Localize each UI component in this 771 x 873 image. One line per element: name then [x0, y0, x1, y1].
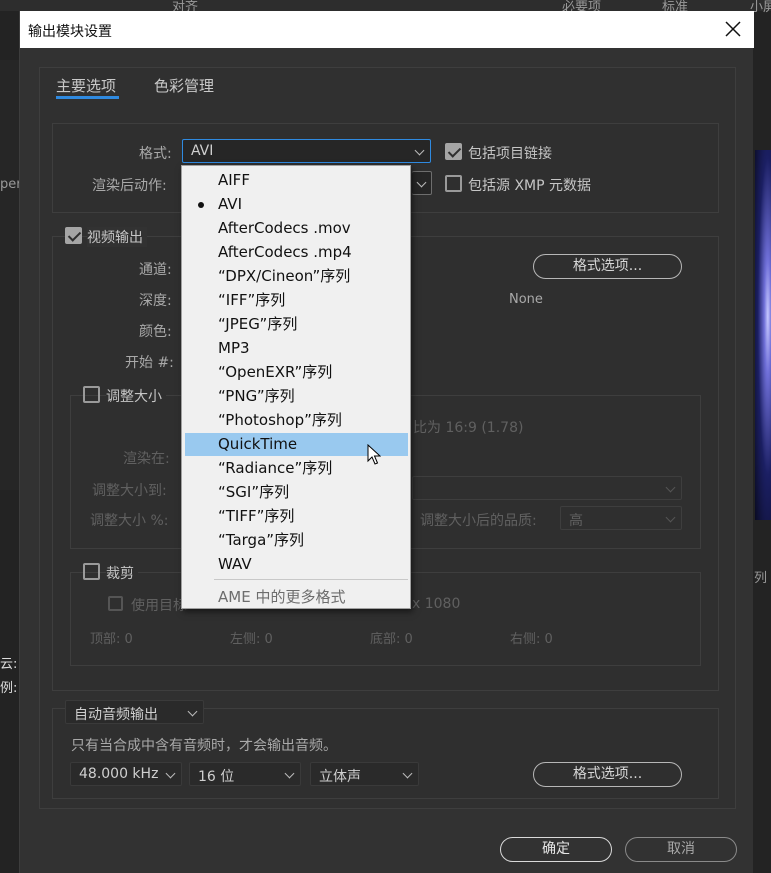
crop-checkbox[interactable]	[83, 563, 100, 580]
dialog-title: 输出模块设置	[28, 24, 112, 40]
format-select-value: AVI	[191, 143, 214, 159]
dropdown-separator	[214, 579, 408, 580]
chevron-down-icon	[402, 768, 413, 779]
close-icon[interactable]	[722, 18, 744, 40]
audio-format-options-button[interactable]: 格式选项...	[533, 762, 682, 787]
chevron-down-icon	[414, 145, 425, 156]
codec-none-text: None	[509, 292, 543, 307]
include-project-link-checkbox[interactable]	[445, 143, 462, 160]
sample-rate-select[interactable]: 48.000 kHz	[70, 762, 182, 786]
color-label: 颜色:	[139, 324, 172, 340]
cancel-button[interactable]: 取消	[625, 837, 737, 862]
background-toolbar	[0, 0, 771, 11]
format-label: 格式:	[139, 146, 172, 162]
use-target-region-checkbox[interactable]	[108, 596, 123, 611]
format-option-jpeg[interactable]: “JPEG”序列	[185, 313, 408, 336]
resize-label: 调整大小	[106, 386, 166, 406]
depth-label: 深度:	[139, 293, 172, 309]
chevron-down-icon	[416, 177, 427, 188]
format-option-aftercodecs-mov[interactable]: AfterCodecs .mov	[185, 217, 408, 240]
audio-note: 只有当合成中含有音频时，才会输出音频。	[71, 738, 337, 754]
resize-quality-select[interactable]: 高	[560, 506, 682, 530]
ok-button[interactable]: 确定	[500, 837, 612, 862]
selected-bullet-icon	[198, 202, 204, 208]
include-xmp-checkbox[interactable]	[445, 175, 462, 192]
post-render-select[interactable]	[412, 171, 432, 195]
resize-checkbox[interactable]	[83, 386, 100, 403]
format-dropdown-list: AIFF AVI AfterCodecs .mov AfterCodecs .m…	[181, 165, 411, 609]
chevron-down-icon	[284, 768, 295, 779]
sample-rate-value: 48.000 kHz	[79, 766, 159, 782]
format-option-aiff[interactable]: AIFF	[185, 169, 408, 192]
format-option-targa[interactable]: “Targa”序列	[185, 529, 408, 552]
crop-top-label: 顶部: 0	[90, 632, 133, 647]
resize-quality-value: 高	[569, 513, 583, 529]
format-select[interactable]: AVI	[182, 139, 431, 163]
resize-quality-label: 调整大小后的品质:	[420, 513, 537, 529]
resize-percent-label: 调整大小 %:	[90, 513, 169, 529]
more-formats-in-ame[interactable]: AME 中的更多格式	[218, 586, 345, 607]
format-option-dpx-cineon[interactable]: “DPX/Cineon”序列	[185, 265, 408, 288]
target-size-text: x 1080	[412, 596, 461, 612]
format-option-avi-label: AVI	[218, 195, 242, 213]
tab-color-management[interactable]: 色彩管理	[154, 75, 214, 96]
format-option-tiff[interactable]: “TIFF”序列	[185, 505, 408, 528]
chevron-down-icon	[665, 482, 676, 493]
audio-output-mode-value: 自动音频输出	[74, 707, 158, 723]
format-option-wav[interactable]: WAV	[185, 553, 408, 576]
bg-left-label-1: 云:	[0, 657, 18, 672]
aspect-ratio-text: 比为 16:9 (1.78)	[413, 420, 524, 436]
crop-right-label: 右侧: 0	[510, 632, 553, 647]
bit-depth-select[interactable]: 16 位	[189, 762, 301, 786]
channel-label: 通道:	[139, 262, 172, 278]
background-preview-image	[755, 150, 771, 520]
format-option-photoshop[interactable]: “Photoshop”序列	[185, 409, 408, 432]
bit-depth-value: 16 位	[198, 769, 235, 785]
background-left-panel	[0, 60, 19, 490]
audio-output-mode-select[interactable]: 自动音频输出	[65, 700, 204, 724]
chevron-down-icon	[665, 512, 676, 523]
include-project-link-label: 包括项目链接	[468, 146, 552, 162]
chevron-down-icon	[165, 768, 176, 779]
use-target-region-label: 使用目标	[131, 598, 187, 614]
format-option-iff[interactable]: “IFF”序列	[185, 289, 408, 312]
format-option-png[interactable]: “PNG”序列	[185, 385, 408, 408]
format-option-sgi[interactable]: “SGI”序列	[185, 481, 408, 504]
render-at-label: 渲染在:	[123, 451, 170, 467]
crop-left-label: 左侧: 0	[230, 632, 273, 647]
crop-bottom-label: 底部: 0	[370, 632, 413, 647]
post-render-label: 渲染后动作:	[92, 178, 167, 194]
title-bar: 输出模块设置	[20, 11, 754, 48]
video-format-options-button[interactable]: 格式选项...	[533, 254, 682, 279]
tab-main-options[interactable]: 主要选项	[56, 75, 116, 96]
format-option-aftercodecs-mp4[interactable]: AfterCodecs .mp4	[185, 241, 408, 264]
start-number-label: 开始 #:	[125, 355, 174, 371]
bg-right-text: 列	[754, 571, 768, 586]
active-tab-indicator	[56, 96, 119, 99]
chevron-down-icon	[187, 706, 198, 717]
channels-value: 立体声	[319, 769, 361, 785]
video-output-checkbox[interactable]	[65, 227, 82, 244]
crop-label: 裁剪	[106, 563, 138, 583]
channels-select[interactable]: 立体声	[310, 762, 419, 786]
resize-to-label: 调整大小到:	[92, 483, 167, 499]
video-output-label: 视频输出	[87, 227, 147, 247]
include-xmp-label: 包括源 XMP 元数据	[468, 178, 592, 194]
format-option-mp3[interactable]: MP3	[185, 337, 408, 360]
bg-left-label-2: 例:	[0, 681, 18, 696]
format-option-openexr[interactable]: “OpenEXR”序列	[185, 361, 408, 384]
resize-to-select[interactable]	[412, 476, 682, 500]
mouse-pointer-icon	[367, 444, 381, 465]
format-option-avi[interactable]: AVI	[185, 193, 408, 216]
